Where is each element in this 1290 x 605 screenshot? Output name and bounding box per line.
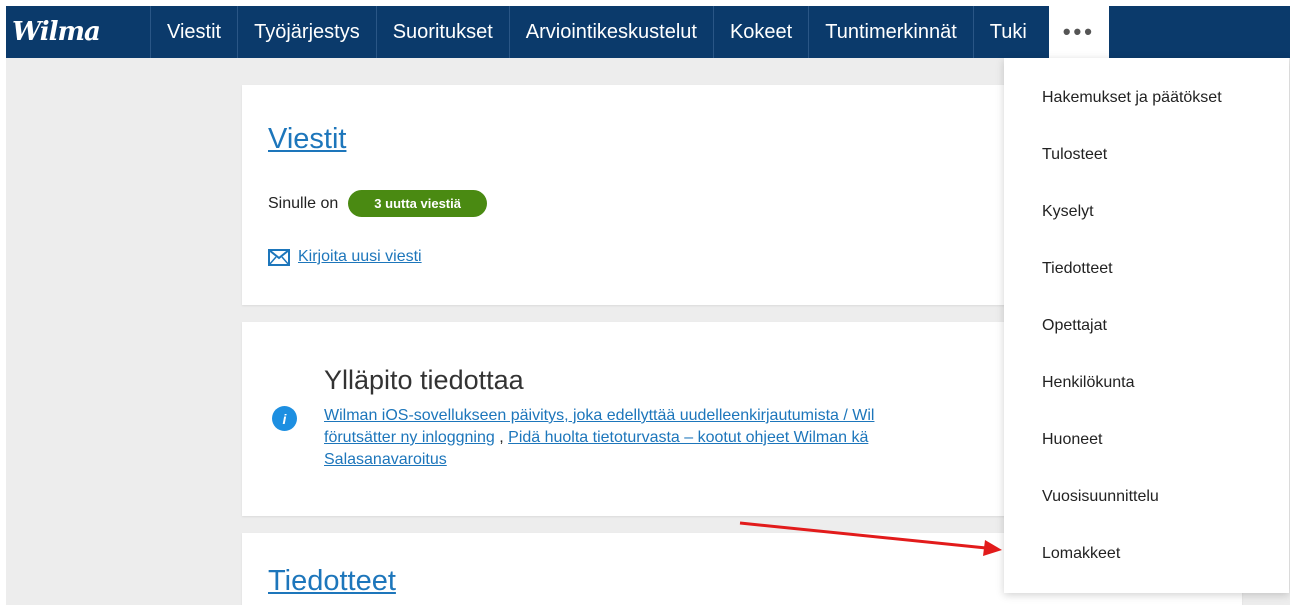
nav-item-arviointikeskustelut[interactable]: Arviointikeskustelut xyxy=(508,6,713,58)
new-message-link[interactable]: Kirjoita uusi viesti xyxy=(298,248,422,266)
menu-item-henkilokunta[interactable]: Henkilökunta xyxy=(1042,374,1135,392)
nav-item-tyojarjestys[interactable]: Työjärjestys xyxy=(237,6,376,58)
notice-link-password-warning[interactable]: Salasanavaroitus xyxy=(324,451,447,468)
menu-item-lomakkeet[interactable]: Lomakkeet xyxy=(1042,545,1120,563)
info-icon: i xyxy=(272,406,297,431)
unread-messages-badge[interactable]: 3 uutta viestiä xyxy=(348,190,487,217)
menu-item-opettajat[interactable]: Opettajat xyxy=(1042,317,1107,335)
more-dropdown-menu: Hakemukset ja päätökset Tulosteet Kysely… xyxy=(1004,58,1289,593)
menu-item-huoneet[interactable]: Huoneet xyxy=(1042,431,1103,449)
top-navigation: Wilma Viestit Työjärjestys Suoritukset A… xyxy=(6,6,1290,58)
menu-item-vuosisuunnittelu[interactable]: Vuosisuunnittelu xyxy=(1042,488,1159,506)
menu-item-tiedotteet[interactable]: Tiedotteet xyxy=(1042,260,1113,278)
notice-link-ios-update[interactable]: Wilman iOS-sovellukseen päivitys, joka e… xyxy=(324,407,874,424)
unread-prefix: Sinulle on xyxy=(268,194,339,212)
admin-notice-links: Wilman iOS-sovellukseen päivitys, joka e… xyxy=(324,405,1084,471)
menu-item-tulosteet[interactable]: Tulosteet xyxy=(1042,146,1107,164)
wilma-logo[interactable]: Wilma xyxy=(6,6,150,58)
unread-messages-line: Sinulle on 3 uutta viestiä xyxy=(268,190,487,217)
admin-notice-title: Ylläpito tiedottaa xyxy=(324,365,524,395)
menu-item-kyselyt[interactable]: Kyselyt xyxy=(1042,203,1094,221)
messages-card-title[interactable]: Viestit xyxy=(268,123,346,156)
notice-link-security[interactable]: Pidä huolta tietoturvasta – kootut ohjee… xyxy=(508,429,868,446)
notice-link-ios-update-sv[interactable]: förutsätter ny inloggning xyxy=(324,429,495,446)
more-menu-button[interactable]: ••• xyxy=(1048,6,1109,58)
notice-separator: , xyxy=(499,429,504,446)
notices-card-title[interactable]: Tiedotteet xyxy=(268,565,396,598)
nav-item-kokeet[interactable]: Kokeet xyxy=(712,6,808,58)
frame-left xyxy=(0,0,6,605)
new-message-row[interactable]: Kirjoita uusi viesti xyxy=(268,248,422,266)
nav-item-tuntimerkinnat[interactable]: Tuntimerkinnät xyxy=(808,6,973,58)
nav-item-tuki[interactable]: Tuki xyxy=(972,6,1043,58)
nav-item-suoritukset[interactable]: Suoritukset xyxy=(375,6,509,58)
envelope-icon xyxy=(268,248,290,266)
nav-item-viestit[interactable]: Viestit xyxy=(150,6,237,58)
menu-item-hakemukset[interactable]: Hakemukset ja päätökset xyxy=(1042,89,1222,107)
